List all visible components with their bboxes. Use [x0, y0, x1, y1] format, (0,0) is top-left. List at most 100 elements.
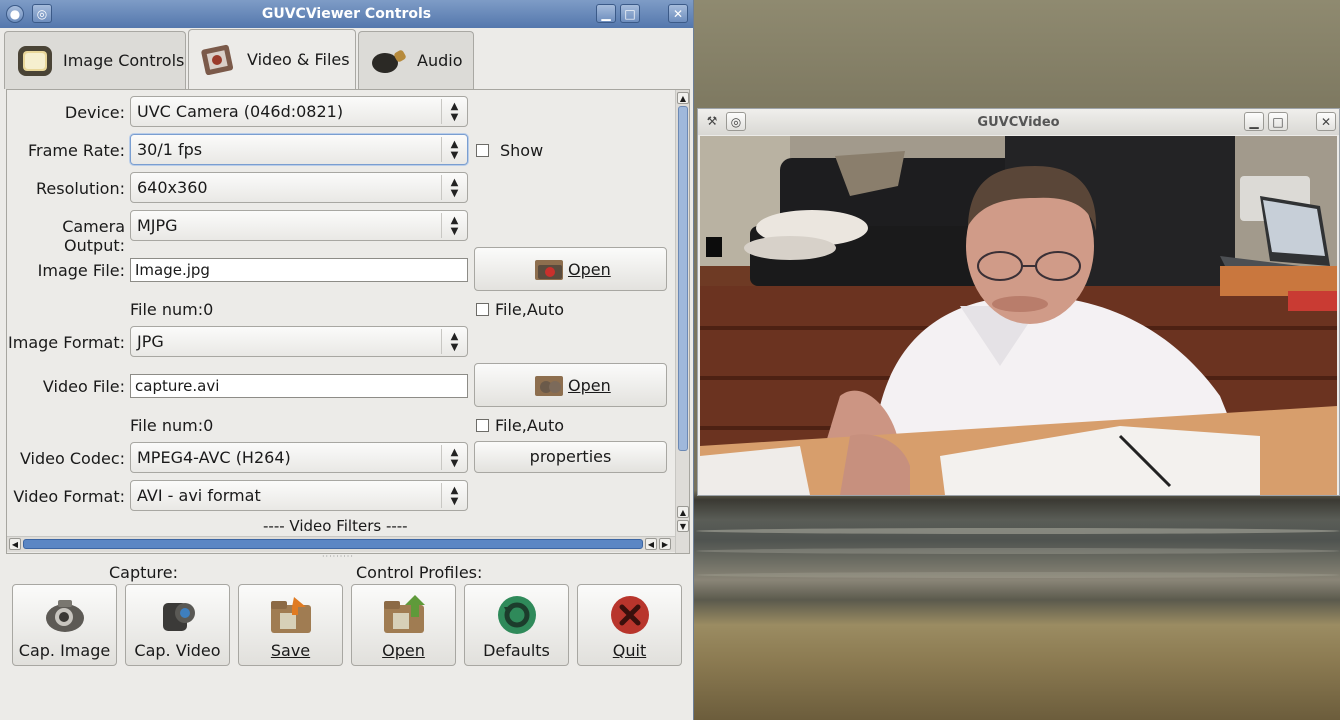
image-open-label: Open [568, 260, 611, 279]
scroll-up-icon[interactable]: ▲ [677, 92, 689, 104]
scroll-left-icon[interactable]: ◀ [645, 538, 657, 550]
show-label: Show [500, 141, 544, 160]
horizontal-scroll-thumb[interactable] [23, 539, 643, 549]
folder-save-icon [271, 597, 311, 633]
frame-rate-select[interactable]: 30/1 fps ▲ ▼ [130, 134, 468, 165]
updown-arrows-icon: ▲ ▼ [441, 445, 467, 470]
video-codec-label: Video Codec: [19, 449, 125, 468]
scroll-right-icon[interactable]: ▶ [659, 538, 671, 550]
camera-output-select[interactable]: MJPG ▲ ▼ [130, 210, 468, 241]
quit-button[interactable]: Quit [577, 584, 682, 666]
resolution-select[interactable]: 640x360 ▲ ▼ [130, 172, 468, 203]
video-file-num: File num:0 [130, 416, 214, 435]
show-checkbox[interactable] [476, 144, 489, 157]
microphone-icon [372, 50, 406, 73]
maximize-button[interactable]: □ [1268, 112, 1288, 131]
device-label: Device: [64, 103, 125, 122]
image-file-input[interactable]: Image.jpg [130, 258, 468, 282]
defaults-button[interactable]: Defaults [464, 584, 569, 666]
tab-image-controls[interactable]: Image Controls [4, 31, 186, 89]
tab-label: Audio [417, 51, 463, 70]
video-format-value: AVI - avi format [137, 486, 261, 505]
close-button[interactable]: ✕ [668, 4, 688, 23]
video-file-label: Video File: [42, 377, 125, 396]
video-file-auto-checkbox[interactable] [476, 419, 489, 432]
updown-arrows-icon: ▲ ▼ [441, 175, 467, 200]
folder-open-icon [384, 595, 425, 633]
image-format-label: Image Format: [8, 333, 125, 352]
cap-image-label: Cap. Image [18, 641, 111, 660]
defaults-label: Defaults [483, 641, 550, 660]
tab-label: Image Controls [63, 51, 185, 70]
open-profile-button[interactable]: Open [351, 584, 456, 666]
webcam-image [700, 136, 1337, 495]
save-label: Save [270, 641, 311, 660]
maximize-button[interactable]: □ [620, 4, 640, 23]
close-button[interactable]: ✕ [1316, 112, 1336, 131]
updown-arrows-icon: ▲ ▼ [441, 213, 467, 238]
save-profile-button[interactable]: Save [238, 584, 343, 666]
quit-icon [611, 596, 649, 634]
cap-video-button[interactable]: Cap. Video [125, 584, 230, 666]
camera-output-label: Camera Output: [62, 217, 125, 255]
video-open-button[interactable]: Open [474, 363, 667, 407]
frame-rate-value: 30/1 fps [137, 140, 203, 159]
minimize-button[interactable]: ▁ [1244, 112, 1264, 131]
video-window: ⚒ ◎ GUVCVideo ▁ □ ✕ [697, 108, 1340, 496]
quit-label: Quit [612, 641, 647, 660]
capture-label: Capture: [109, 563, 179, 582]
video-format-select[interactable]: AVI - avi format ▲ ▼ [130, 480, 468, 511]
reset-icon [498, 596, 536, 634]
device-select[interactable]: UVC Camera (046d:0821) ▲ ▼ [130, 96, 468, 127]
open-label: Open [382, 641, 425, 660]
control-profiles-label: Control Profiles: [356, 563, 483, 582]
image-open-button[interactable]: Open [474, 247, 667, 291]
scroll-up-icon[interactable]: ▲ [677, 506, 689, 518]
video-open-label: Open [568, 376, 611, 395]
vertical-scrollbar[interactable]: ▲ ▲ ▼ [675, 90, 689, 553]
controls-window: ● ◎ GUVCViewer Controls ▁ □ ✕ Image Cont… [0, 0, 694, 720]
tab-audio[interactable]: Audio [358, 31, 474, 89]
video-filters-header: ---- Video Filters ---- [263, 517, 408, 535]
camcorder-icon [163, 603, 195, 631]
properties-button[interactable]: properties [474, 441, 667, 473]
image-file-auto-label: File,Auto [495, 300, 565, 319]
updown-arrows-icon: ▲ ▼ [441, 99, 467, 124]
video-format-label: Video Format: [13, 487, 125, 506]
resolution-label: Resolution: [36, 179, 125, 198]
image-file-auto-checkbox[interactable] [476, 303, 489, 316]
window-title: GUVCViewer Controls [261, 6, 432, 22]
scroll-down-icon[interactable]: ▼ [677, 520, 689, 532]
video-codec-value: MPEG4-AVC (H264) [137, 448, 291, 467]
wave-decoration [696, 548, 1340, 554]
video-file-auto-label: File,Auto [495, 416, 565, 435]
camera-icon [46, 600, 84, 632]
wave-decoration [696, 528, 1340, 534]
video-file-input[interactable]: capture.avi [130, 374, 468, 398]
video-codec-select[interactable]: MPEG4-AVC (H264) ▲ ▼ [130, 442, 468, 473]
camera-output-value: MJPG [137, 216, 178, 235]
cap-video-label: Cap. Video [134, 641, 221, 660]
updown-arrows-icon: ▲ ▼ [441, 483, 467, 508]
frame-rate-label: Frame Rate: [27, 141, 125, 160]
webcam-feed [700, 136, 1337, 495]
pane-resize-handle[interactable]: ········· [322, 552, 354, 561]
film-folder-icon [535, 376, 563, 396]
image-format-value: JPG [137, 332, 164, 351]
tab-video-files[interactable]: Video & Files [188, 29, 356, 91]
video-files-pane: Device: UVC Camera (046d:0821) ▲ ▼ Frame … [6, 89, 690, 554]
controls-titlebar[interactable]: ● ◎ GUVCViewer Controls ▁ □ ✕ [0, 0, 693, 28]
cap-image-button[interactable]: Cap. Image [12, 584, 117, 666]
tab-label: Video & Files [247, 50, 350, 69]
video-titlebar[interactable]: ⚒ ◎ GUVCVideo ▁ □ ✕ [698, 109, 1339, 135]
video-files-icon [201, 44, 234, 76]
horizontal-scrollbar[interactable]: ◀ ◀ ▶ [7, 536, 675, 552]
camera-folder-icon [535, 260, 563, 280]
vertical-scroll-thumb[interactable] [678, 106, 688, 451]
image-file-label: Image File: [37, 261, 125, 280]
image-format-select[interactable]: JPG ▲ ▼ [130, 326, 468, 357]
video-window-title: GUVCVideo [977, 115, 1060, 130]
scroll-left-icon[interactable]: ◀ [9, 538, 21, 550]
minimize-button[interactable]: ▁ [596, 4, 616, 23]
monitor-icon [18, 46, 52, 76]
